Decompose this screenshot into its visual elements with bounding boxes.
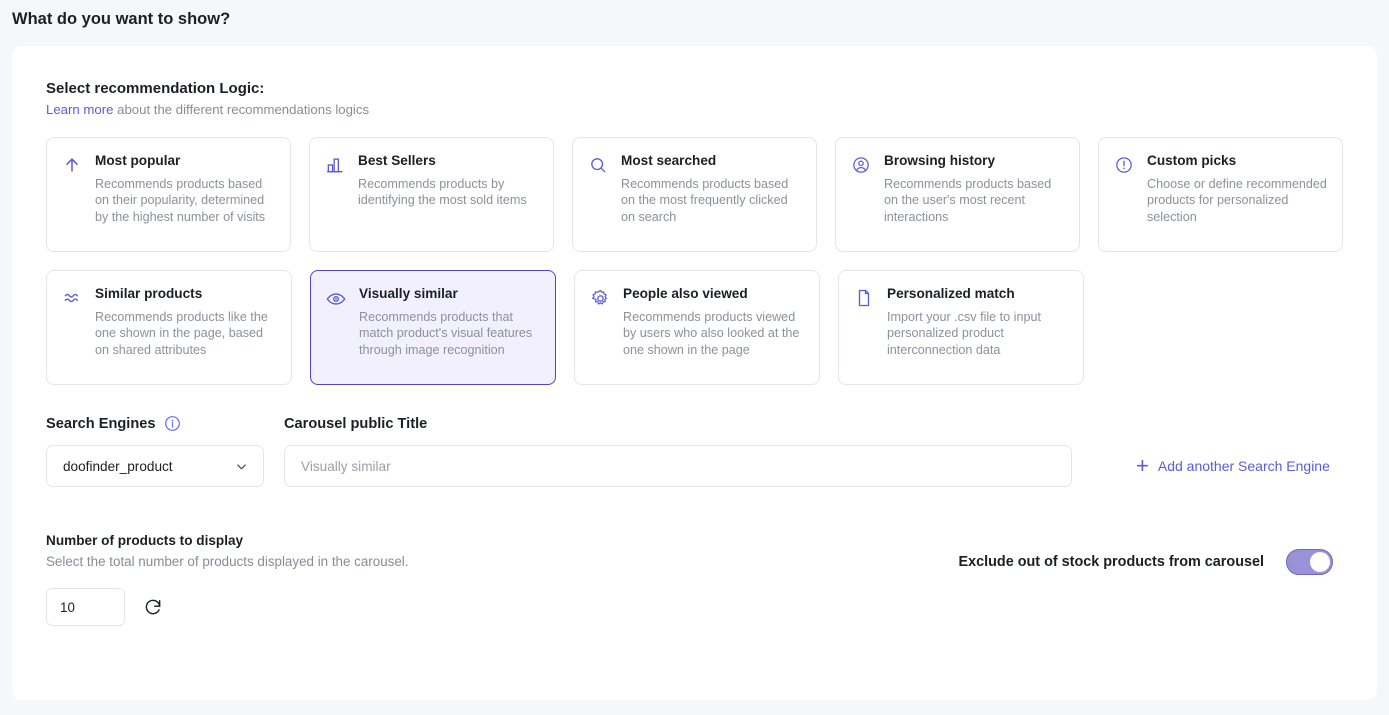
plus-icon: + bbox=[1136, 453, 1149, 478]
logic-card-desc: Import your .csv file to input personali… bbox=[887, 310, 1041, 357]
logic-card-body: People also viewed Recommends products vi… bbox=[623, 285, 805, 370]
logic-card-browsing-history[interactable]: Browsing history Recommends products base… bbox=[835, 137, 1080, 252]
learn-more-rest: about the different recommendations logi… bbox=[113, 102, 370, 117]
logic-card-most-searched[interactable]: Most searched Recommends products based o… bbox=[572, 137, 817, 252]
bar-chart-icon bbox=[323, 152, 347, 237]
logic-card-best-sellers[interactable]: Best Sellers Recommends products by ident… bbox=[309, 137, 554, 252]
products-count-block: Number of products to display Select the… bbox=[46, 533, 409, 626]
document-icon bbox=[852, 285, 876, 370]
logic-card-personalized-match[interactable]: Personalized match Import your .csv file … bbox=[838, 270, 1084, 385]
toggle-knob bbox=[1310, 552, 1330, 572]
main-panel: Select recommendation Logic: Learn more … bbox=[12, 46, 1377, 700]
logic-card-body: Visually similar Recommends products that… bbox=[359, 285, 541, 370]
logic-card-title: Custom picks bbox=[1147, 153, 1237, 168]
gear-icon bbox=[588, 285, 612, 370]
refresh-icon[interactable] bbox=[143, 597, 163, 617]
logic-card-visually-similar[interactable]: Visually similar Recommends products that… bbox=[310, 270, 556, 385]
alert-circle-icon bbox=[1112, 152, 1136, 237]
logic-card-desc: Recommends products like the one shown i… bbox=[95, 310, 268, 357]
logic-card-body: Similar products Recommends products like… bbox=[95, 285, 277, 370]
logic-card-title: Best Sellers bbox=[358, 153, 436, 168]
search-engines-section: Search Engines Carousel public Title doo… bbox=[46, 415, 1343, 487]
user-circle-icon bbox=[849, 152, 873, 237]
logic-cards-row-2: Similar products Recommends products like… bbox=[46, 270, 1343, 385]
page-title: What do you want to show? bbox=[12, 10, 231, 28]
logic-card-similar-products[interactable]: Similar products Recommends products like… bbox=[46, 270, 292, 385]
approx-equal-icon bbox=[60, 285, 84, 370]
products-count-title: Number of products to display bbox=[46, 533, 244, 548]
products-count-controls bbox=[46, 588, 409, 626]
logic-card-desc: Recommends products based on the most fr… bbox=[621, 177, 789, 224]
search-engine-select-value: doofinder_product bbox=[63, 458, 173, 474]
arrow-up-icon bbox=[60, 152, 84, 237]
logic-card-custom-picks[interactable]: Custom picks Choose or define recommended… bbox=[1098, 137, 1343, 252]
products-count-subtitle: Select the total number of products disp… bbox=[46, 554, 409, 569]
logic-card-title: Similar products bbox=[95, 286, 203, 301]
search-engines-labels: Search Engines Carousel public Title bbox=[46, 415, 1343, 432]
logic-section-title: Select recommendation Logic: bbox=[46, 80, 265, 97]
logic-card-body: Most searched Recommends products based o… bbox=[621, 152, 802, 237]
info-icon[interactable] bbox=[164, 415, 181, 432]
logic-card-body: Browsing history Recommends products base… bbox=[884, 152, 1065, 237]
exclude-out-of-stock-toggle[interactable] bbox=[1286, 549, 1333, 575]
logic-card-body: Best Sellers Recommends products by ident… bbox=[358, 152, 539, 237]
logic-card-title: People also viewed bbox=[623, 286, 748, 301]
logic-card-desc: Recommends products viewed by users who … bbox=[623, 310, 800, 357]
logic-card-people-also-viewed[interactable]: People also viewed Recommends products vi… bbox=[574, 270, 820, 385]
logic-card-title: Browsing history bbox=[884, 153, 996, 168]
products-section: Number of products to display Select the… bbox=[46, 533, 1343, 626]
logic-cards-row-1: Most popular Recommends products based on… bbox=[46, 137, 1343, 252]
exclude-out-of-stock-row: Exclude out of stock products from carou… bbox=[959, 549, 1333, 575]
logic-card-desc: Recommends products based on their popul… bbox=[95, 177, 266, 224]
search-engines-controls: doofinder_product + Add another Search E… bbox=[46, 445, 1343, 487]
search-icon bbox=[586, 152, 610, 237]
add-search-engine-button[interactable]: + Add another Search Engine bbox=[1136, 453, 1330, 478]
exclude-out-of-stock-label: Exclude out of stock products from carou… bbox=[958, 554, 1264, 570]
logic-section-subtitle: Learn more about the different recommend… bbox=[46, 102, 1343, 117]
eye-icon bbox=[324, 285, 348, 370]
logic-card-body: Personalized match Import your .csv file … bbox=[887, 285, 1069, 370]
search-engines-label: Search Engines bbox=[46, 415, 156, 432]
logic-card-desc: Recommends products by identifying the m… bbox=[358, 177, 527, 208]
learn-more-link[interactable]: Learn more bbox=[46, 102, 113, 117]
carousel-title-input[interactable] bbox=[284, 445, 1072, 487]
logic-card-title: Most searched bbox=[621, 153, 717, 168]
logic-card-most-popular[interactable]: Most popular Recommends products based on… bbox=[46, 137, 291, 252]
logic-card-desc: Choose or define recommended products fo… bbox=[1147, 177, 1327, 224]
logic-card-title: Personalized match bbox=[887, 286, 1015, 301]
add-search-engine-label: Add another Search Engine bbox=[1157, 458, 1330, 474]
logic-card-body: Most popular Recommends products based on… bbox=[95, 152, 276, 237]
carousel-title-label: Carousel public Title bbox=[284, 415, 428, 432]
logic-card-desc: Recommends products that match product's… bbox=[359, 310, 533, 357]
products-count-input[interactable] bbox=[46, 588, 125, 626]
search-engine-select[interactable]: doofinder_product bbox=[46, 445, 264, 487]
logic-card-title: Visually similar bbox=[359, 286, 458, 301]
chevron-down-icon bbox=[234, 459, 249, 474]
logic-card-desc: Recommends products based on the user's … bbox=[884, 177, 1052, 224]
logic-card-body: Custom picks Choose or define recommended… bbox=[1147, 152, 1328, 237]
logic-card-title: Most popular bbox=[95, 153, 181, 168]
